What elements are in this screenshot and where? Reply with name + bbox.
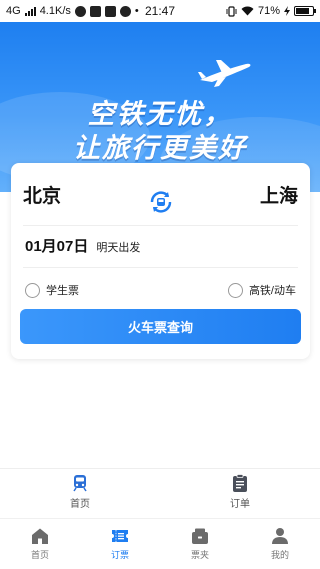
home-icon — [32, 528, 48, 544]
wifi-icon — [241, 6, 254, 16]
tab-profile[interactable]: 我的 — [240, 519, 320, 569]
app-screen: 4G 4.1K/s • 21:47 71% 空铁无忧， 让旅行更美好 北京 上海… — [0, 0, 320, 569]
ticket-icon — [112, 530, 128, 542]
status-left: 4G 4.1K/s • — [6, 5, 139, 17]
hero-slogan-line2: 让旅行更美好 — [73, 133, 247, 163]
divider — [23, 225, 298, 226]
app-notification-icon — [89, 5, 101, 17]
highspeed-option[interactable]: 高铁/动车 — [227, 282, 296, 298]
subnav-label: 首页 — [70, 498, 90, 510]
status-bar: 4G 4.1K/s • 21:47 71% — [0, 0, 320, 22]
date-selector[interactable]: 01月07日 明天出发 — [25, 235, 140, 256]
charging-icon — [284, 6, 290, 16]
tab-booking[interactable]: 订票 — [80, 519, 160, 569]
tab-wallet[interactable]: 票夹 — [160, 519, 240, 569]
battery-percent: 71% — [257, 5, 280, 17]
subnav-item-orders[interactable]: 订单 — [160, 469, 320, 514]
vibrate-icon — [226, 5, 237, 17]
swap-cities-button[interactable] — [148, 189, 174, 215]
highspeed-label: 高铁/动车 — [248, 285, 296, 297]
cloud-notification-icon — [74, 5, 86, 17]
user-icon — [272, 528, 288, 544]
tab-label: 首页 — [30, 550, 49, 560]
signal-icon — [24, 6, 36, 16]
subnav-label: 订单 — [230, 498, 250, 510]
highspeed-radio[interactable] — [227, 282, 243, 298]
train-icon — [73, 474, 87, 491]
tab-label: 票夹 — [190, 550, 209, 560]
divider — [23, 267, 298, 268]
student-ticket-radio[interactable] — [25, 282, 40, 298]
clipboard-icon — [233, 473, 247, 492]
network-type: 4G — [6, 5, 21, 17]
train-search-button[interactable]: 火车票查询 — [20, 309, 301, 344]
subnav-item-home[interactable]: 首页 — [0, 469, 160, 514]
bottom-tab-bar: 首页 订票 票夹 我的 — [0, 518, 320, 569]
secondary-nav: 首页 订单 — [0, 468, 320, 514]
battery-icon — [294, 6, 316, 16]
video-notification-icon — [104, 5, 116, 17]
departure-date: 01月07日 — [25, 238, 89, 255]
student-ticket-label: 学生票 — [46, 285, 79, 297]
wallet-icon — [192, 528, 208, 544]
more-notifications-icon: • — [134, 5, 139, 17]
departure-city[interactable]: 北京 — [23, 181, 61, 208]
tab-label: 订票 — [110, 550, 129, 560]
ticket-options: 学生票 高铁/动车 — [25, 280, 296, 300]
clock: 21:47 — [144, 4, 176, 18]
swap-icon — [150, 191, 171, 213]
train-booking-card: 北京 上海 01月07日 明天出发 学生票 高铁/动车 火车票查询 — [11, 163, 310, 359]
airplane-icon — [198, 60, 251, 87]
network-speed: 4.1K/s — [39, 5, 71, 17]
tab-label: 我的 — [270, 550, 289, 560]
student-ticket-option[interactable]: 学生票 — [25, 282, 79, 298]
tab-home[interactable]: 首页 — [0, 519, 80, 569]
arrival-city[interactable]: 上海 — [260, 181, 298, 208]
date-hint: 明天出发 — [96, 242, 141, 254]
chat-notification-icon — [119, 5, 131, 17]
status-right: 71% — [226, 5, 316, 17]
